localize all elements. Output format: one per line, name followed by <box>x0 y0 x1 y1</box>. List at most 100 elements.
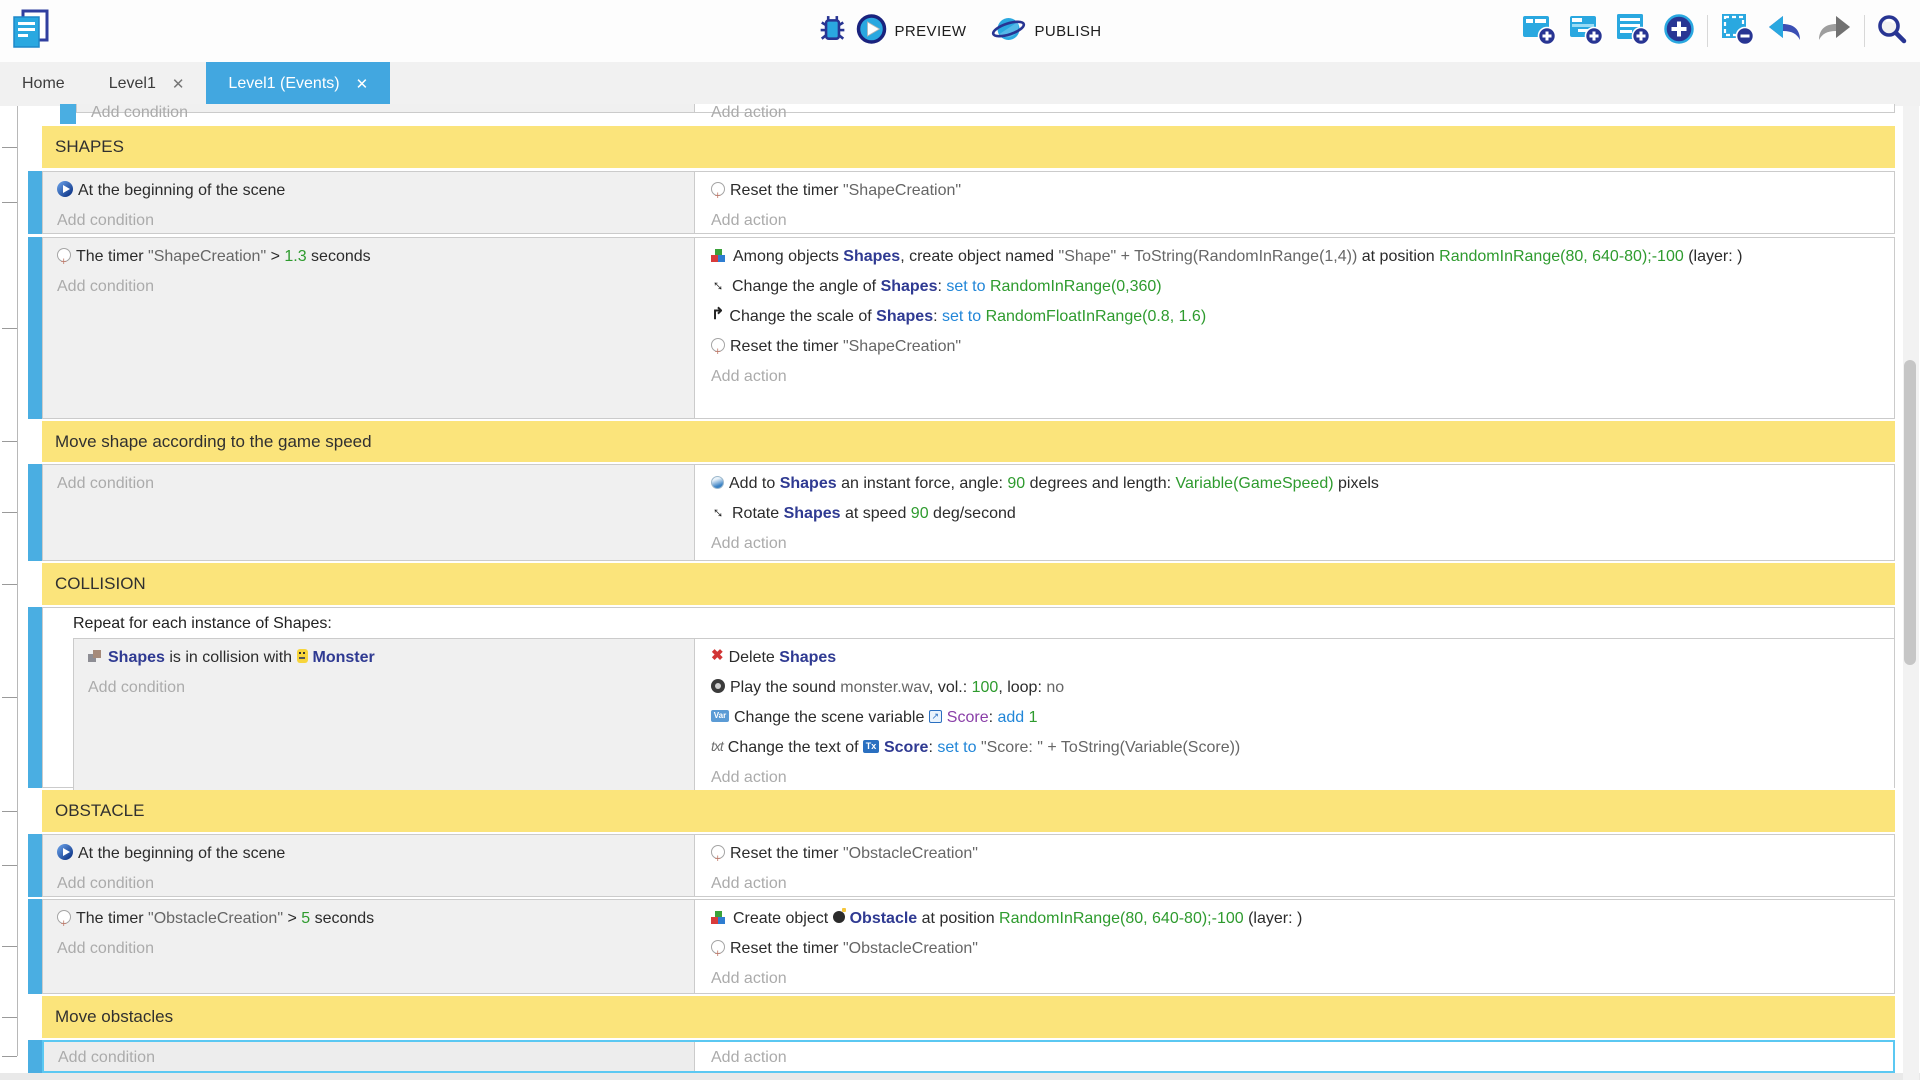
add-action-button[interactable]: Add action <box>711 1043 1875 1073</box>
group-title[interactable]: Move shape according to the game speed <box>42 421 1895 462</box>
actions-cell[interactable]: Add to Shapes an instant force, angle: 9… <box>695 465 1894 560</box>
action-line[interactable]: Play the sound monster.wav, vol.: 100, l… <box>711 673 1876 703</box>
undo-icon[interactable] <box>1766 14 1804 49</box>
event-drag-handle[interactable] <box>28 834 42 897</box>
tab-level1-events[interactable]: Level1 (Events) ✕ <box>206 62 390 106</box>
event-row-selected[interactable]: Add condition Add action <box>28 1040 1895 1073</box>
conditions-cell[interactable]: At the beginning of the scene Add condit… <box>43 172 695 233</box>
condition-line[interactable]: The timer "ShapeCreation" > 1.3 seconds <box>57 242 684 272</box>
group-header-collision[interactable]: COLLISION <box>28 563 1895 605</box>
conditions-cell[interactable]: Shapes is in collision with Monster Add … <box>74 639 695 795</box>
actions-cell[interactable]: Create object Obstacle at position Rando… <box>695 900 1894 993</box>
condition-line[interactable]: The timer "ObstacleCreation" > 5 seconds <box>57 904 684 934</box>
condition-line[interactable]: Shapes is in collision with Monster <box>88 643 684 673</box>
delete-selection-icon[interactable] <box>1719 12 1755 51</box>
add-other-event-icon[interactable] <box>1662 12 1696 51</box>
action-line[interactable]: Reset the timer "ShapeCreation" <box>711 332 1876 362</box>
preview-button[interactable]: PREVIEW <box>856 13 967 50</box>
publish-button[interactable]: PUBLISH <box>989 13 1101 50</box>
add-condition-button[interactable]: Add condition <box>57 469 684 499</box>
action-line[interactable]: Delete Shapes <box>711 643 1876 673</box>
tab-level1-scene[interactable]: Level1 ✕ <box>87 62 207 106</box>
add-action-button[interactable]: Add action <box>711 763 1876 793</box>
conditions-cell[interactable]: Add condition <box>43 465 695 560</box>
close-tab-icon[interactable]: ✕ <box>172 75 185 93</box>
add-condition-button[interactable]: Add condition <box>57 869 684 899</box>
foreach-header[interactable]: Repeat for each instance of Shapes: <box>43 608 1894 638</box>
actions-cell[interactable]: Delete Shapes Play the sound monster.wav… <box>695 639 1894 795</box>
group-header-move-obstacles[interactable]: Move obstacles <box>28 996 1895 1038</box>
action-line[interactable]: Change the angle of Shapes: set to Rando… <box>711 272 1876 302</box>
actions-cell[interactable]: Reset the timer "ObstacleCreation" Add a… <box>695 835 1894 896</box>
group-header-move-shape[interactable]: Move shape according to the game speed <box>28 421 1895 462</box>
events-sheet: Add condition Add action SHAPES At the b… <box>0 106 1920 1080</box>
add-condition-button[interactable]: Add condition <box>91 104 684 124</box>
event-row[interactable]: At the beginning of the scene Add condit… <box>28 834 1895 897</box>
action-line[interactable]: Reset the timer "ObstacleCreation" <box>711 934 1876 964</box>
conditions-cell[interactable]: The timer "ShapeCreation" > 1.3 seconds … <box>43 238 695 418</box>
add-action-button[interactable]: Add action <box>711 362 1876 392</box>
action-line[interactable]: Add to Shapes an instant force, angle: 9… <box>711 469 1876 499</box>
conditions-cell[interactable]: At the beginning of the scene Add condit… <box>43 835 695 896</box>
event-row-clipped[interactable]: Add condition Add action <box>60 104 1895 124</box>
group-title[interactable]: OBSTACLE <box>42 790 1895 832</box>
group-title[interactable]: COLLISION <box>42 563 1895 605</box>
add-action-button[interactable]: Add action <box>711 529 1876 559</box>
search-icon[interactable] <box>1876 13 1908 50</box>
group-title[interactable]: SHAPES <box>42 126 1895 168</box>
event-drag-handle[interactable] <box>28 237 42 419</box>
add-condition-button[interactable]: Add condition <box>57 206 684 236</box>
conditions-cell[interactable]: Add condition <box>77 104 695 112</box>
add-subevent-icon[interactable] <box>1568 12 1604 51</box>
event-row[interactable]: Add condition Add to Shapes an instant f… <box>28 464 1895 561</box>
add-action-button[interactable]: Add action <box>711 104 1876 124</box>
group-title[interactable]: Move obstacles <box>42 996 1895 1038</box>
actions-cell[interactable]: Add action <box>695 1042 1893 1071</box>
conditions-cell[interactable]: The timer "ObstacleCreation" > 5 seconds… <box>43 900 695 993</box>
add-comment-icon[interactable] <box>1615 12 1651 51</box>
conditions-cell[interactable]: Add condition <box>44 1042 695 1071</box>
vertical-scrollbar[interactable] <box>1903 106 1919 1080</box>
add-condition-button[interactable]: Add condition <box>57 934 684 964</box>
event-drag-handle[interactable] <box>60 104 76 124</box>
event-row[interactable]: At the beginning of the scene Add condit… <box>28 171 1895 234</box>
foreach-event-row[interactable]: Repeat for each instance of Shapes: Shap… <box>28 607 1895 788</box>
event-row[interactable]: The timer "ShapeCreation" > 1.3 seconds … <box>28 237 1895 419</box>
event-drag-handle[interactable] <box>28 464 42 561</box>
action-line[interactable]: Change the scale of Shapes: set to Rando… <box>711 302 1876 332</box>
condition-line[interactable]: At the beginning of the scene <box>57 839 684 869</box>
actions-cell[interactable]: Reset the timer "ShapeCreation" Add acti… <box>695 172 1894 233</box>
action-line[interactable]: Among objects Shapes, create object name… <box>711 242 1876 272</box>
close-tab-icon[interactable]: ✕ <box>356 75 369 93</box>
add-event-icon[interactable] <box>1521 12 1557 51</box>
action-line[interactable]: Rotate Shapes at speed 90 deg/second <box>711 499 1876 529</box>
add-condition-button[interactable]: Add condition <box>88 673 684 703</box>
actions-cell[interactable]: Add action <box>695 104 1894 112</box>
scale-icon <box>711 300 724 330</box>
action-line[interactable]: Change the scene variable Score: add 1 <box>711 703 1876 733</box>
add-condition-button[interactable]: Add condition <box>57 272 684 302</box>
add-action-button[interactable]: Add action <box>711 964 1876 994</box>
condition-line[interactable]: At the beginning of the scene <box>57 176 684 206</box>
tab-home[interactable]: Home <box>0 62 87 106</box>
action-line[interactable]: Reset the timer "ShapeCreation" <box>711 176 1876 206</box>
add-action-button[interactable]: Add action <box>711 206 1876 236</box>
action-line[interactable]: Create object Obstacle at position Rando… <box>711 904 1876 934</box>
action-line[interactable]: Change the text of Score: set to "Score:… <box>711 733 1876 763</box>
group-header-shapes[interactable]: SHAPES <box>28 126 1895 168</box>
scrollbar-thumb[interactable] <box>1904 360 1916 665</box>
redo-icon[interactable] <box>1815 14 1853 49</box>
event-drag-handle[interactable] <box>28 607 42 788</box>
event-drag-handle[interactable] <box>28 171 42 234</box>
app-logo-icon[interactable] <box>10 8 52 57</box>
event-drag-handle[interactable] <box>28 1040 42 1073</box>
add-action-button[interactable]: Add action <box>711 869 1876 899</box>
add-condition-button[interactable]: Add condition <box>58 1043 684 1073</box>
text-segment: Obstacle <box>850 910 918 927</box>
debug-icon[interactable] <box>819 15 847 48</box>
actions-cell[interactable]: Among objects Shapes, create object name… <box>695 238 1894 418</box>
event-drag-handle[interactable] <box>28 899 42 994</box>
event-row[interactable]: The timer "ObstacleCreation" > 5 seconds… <box>28 899 1895 994</box>
action-line[interactable]: Reset the timer "ObstacleCreation" <box>711 839 1876 869</box>
group-header-obstacle[interactable]: OBSTACLE <box>28 790 1895 832</box>
